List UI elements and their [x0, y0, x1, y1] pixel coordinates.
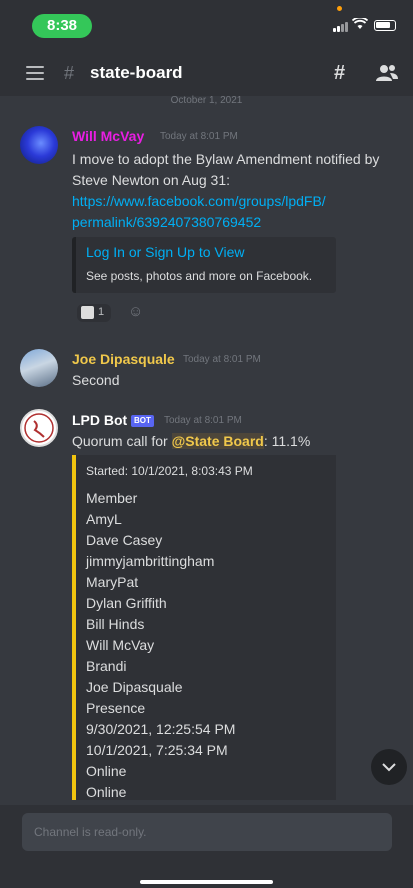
- channel-hash-icon: #: [64, 63, 75, 83]
- message-text: Quorum call for @State Board: 11.1%: [72, 433, 311, 449]
- avatar[interactable]: [20, 349, 58, 387]
- reaction[interactable]: 1: [77, 304, 111, 322]
- composer-area: Channel is read-only.: [0, 805, 413, 888]
- timestamp: Today at 8:01 PM: [160, 131, 238, 142]
- quorum-line: Presence: [86, 700, 146, 716]
- home-indicator[interactable]: [140, 880, 273, 884]
- quorum-line: Will McVay: [86, 637, 155, 653]
- bot-avatar[interactable]: [20, 409, 58, 447]
- quorum-line: AmyL: [86, 511, 122, 527]
- quorum-line: Dave Casey: [86, 532, 163, 548]
- link-embed[interactable]: Log In or Sign Up to View See posts, pho…: [72, 237, 336, 293]
- privacy-indicator: [337, 6, 342, 11]
- timestamp: Today at 8:01 PM: [183, 354, 261, 365]
- quorum-line: 10/1/2021, 7:25:34 PM: [86, 742, 228, 758]
- reaction-emoji-icon: [81, 306, 94, 319]
- message-link[interactable]: https://www.facebook.com/groups/lpdFB/: [72, 191, 326, 212]
- embed-description: See posts, photos and more on Facebook.: [86, 269, 313, 283]
- quorum-line: Brandi: [86, 658, 127, 674]
- quorum-line: jimmyjambrittingham: [86, 553, 215, 569]
- embed-title[interactable]: Log In or Sign Up to View: [86, 244, 245, 260]
- hamburger-icon[interactable]: [26, 66, 44, 80]
- read-only-notice: Channel is read-only.: [22, 813, 392, 851]
- message-link[interactable]: permalink/6392407380769452: [72, 212, 261, 233]
- chevron-down-icon: [382, 763, 396, 772]
- reaction-count: 1: [98, 306, 105, 318]
- lpd-logo-icon: [24, 413, 54, 443]
- quorum-line: Online: [86, 763, 127, 779]
- add-reaction-icon[interactable]: ☺: [128, 303, 146, 321]
- battery-icon: [374, 20, 396, 31]
- author-name[interactable]: Will McVay: [72, 128, 144, 144]
- channel-header: # state-board #: [0, 50, 413, 96]
- app-screen: 8:38 # state-board # October 1, 2021 Wil…: [0, 0, 413, 888]
- wifi-icon: [352, 18, 368, 29]
- message-text: Second: [72, 372, 120, 388]
- bot-tag: BOT: [131, 415, 154, 427]
- author-name[interactable]: Joe Dipasquale: [72, 351, 175, 367]
- quorum-line: Bill Hinds: [86, 616, 145, 632]
- avatar[interactable]: [20, 126, 58, 164]
- status-time: 8:38: [32, 14, 92, 38]
- quorum-line: Member: [86, 490, 138, 506]
- quorum-line: MaryPat: [86, 574, 139, 590]
- channel-name[interactable]: state-board: [90, 63, 183, 83]
- author-name[interactable]: LPD Bot: [72, 412, 127, 428]
- quorum-line: 9/30/2021, 12:25:54 PM: [86, 721, 236, 737]
- message-text-line: I move to adopt the Bylaw Amendment noti…: [72, 151, 380, 167]
- quorum-embed: Started: 10/1/2021, 8:03:43 PM Member Am…: [72, 455, 336, 800]
- scroll-to-bottom-button[interactable]: [371, 749, 407, 785]
- status-bar: 8:38: [0, 0, 413, 50]
- quorum-started: Started: 10/1/2021, 8:03:43 PM: [86, 464, 253, 478]
- quorum-line: Joe Dipasquale: [86, 679, 183, 695]
- members-icon[interactable]: [376, 64, 398, 82]
- message-text-line: Steve Newton on Aug 31:: [72, 172, 230, 188]
- date-separator: October 1, 2021: [170, 95, 243, 106]
- timestamp: Today at 8:01 PM: [164, 415, 242, 426]
- quorum-line: Dylan Griffith: [86, 595, 167, 611]
- role-mention[interactable]: @State Board: [171, 433, 264, 449]
- quorum-line: Online: [86, 784, 127, 800]
- threads-icon[interactable]: #: [334, 63, 356, 83]
